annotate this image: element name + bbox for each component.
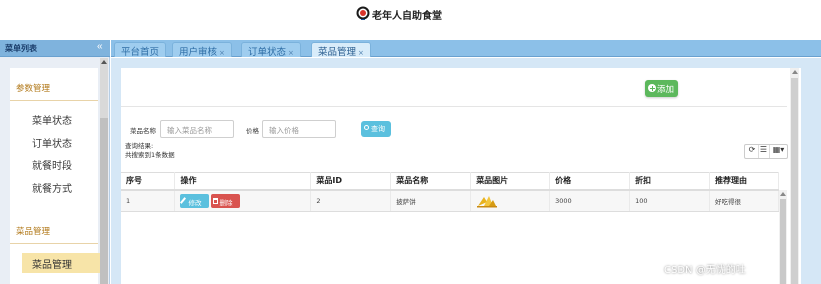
divider (10, 100, 98, 101)
query-button-label: 查询 (371, 125, 385, 133)
sidebar-group-title[interactable]: 参数管理 (16, 82, 50, 94)
price-input[interactable]: 输入价格 (262, 120, 336, 138)
scrollbar-thumb[interactable] (780, 199, 786, 284)
columns-icon[interactable]: ▦▾ (769, 145, 787, 158)
trash-icon (213, 197, 219, 204)
column-header[interactable]: 价格 (549, 172, 631, 191)
close-icon[interactable]: × (288, 49, 294, 57)
content-area (111, 58, 821, 284)
tab-bar: 平台首页 用户审核 × 订单状态 × 菜品管理 × (111, 40, 821, 58)
collapse-icon[interactable]: « (97, 41, 103, 52)
column-header[interactable]: 推荐理由 (709, 172, 779, 191)
delete-button-label: 删除 (219, 198, 233, 207)
pencil-icon (180, 196, 187, 204)
dish-name-input[interactable]: 输入菜品名称 (160, 120, 234, 138)
divider (121, 106, 787, 107)
logo-icon (356, 6, 370, 20)
column-header[interactable]: 菜品图片 (470, 172, 551, 191)
cell-index: 1 (121, 189, 176, 212)
query-button[interactable]: 查询 (361, 121, 391, 137)
dish-table: 序号 操作 菜品ID 菜品名称 菜品图片 价格 折扣 推荐理由 1 修改 删除 … (121, 172, 779, 212)
column-header[interactable]: 菜品ID (310, 172, 392, 191)
table-row[interactable]: 1 修改 删除 2 披萨饼 3000 100 好吃得很 (121, 189, 779, 212)
scroll-up-icon[interactable] (101, 60, 107, 64)
sidebar-scrollbar[interactable] (100, 58, 108, 284)
watermark: CSDN @无忧的吐 (664, 265, 746, 276)
price-label: 价格 (246, 127, 259, 135)
column-header[interactable]: 操作 (174, 172, 312, 191)
refresh-icon[interactable]: ⟳ (747, 145, 757, 158)
sidebar-item-dining-time[interactable]: 就餐时段 (32, 157, 72, 172)
add-button-label: 添加 (657, 85, 675, 95)
app-header: 老年人自助食堂 (0, 0, 821, 38)
column-header[interactable]: 菜品名称 (390, 172, 472, 191)
list-view-icon[interactable]: ☰ (758, 145, 768, 158)
sidebar-header: 菜单列表 « (0, 40, 110, 57)
tab-label: 菜品管理 (318, 47, 357, 58)
close-icon[interactable]: × (219, 49, 225, 57)
cell-price: 3000 (549, 189, 631, 212)
sidebar-item-label: 菜品管理 (32, 260, 72, 271)
add-button[interactable]: 添加 (645, 80, 678, 97)
plus-circle-icon (648, 84, 656, 92)
scrollbar-thumb[interactable] (791, 78, 798, 284)
app-title: 老年人自助食堂 (372, 11, 442, 22)
tab-home[interactable]: 平台首页 (114, 42, 167, 58)
delete-button[interactable]: 删除 (211, 193, 241, 208)
scroll-up-icon[interactable] (780, 192, 786, 196)
tab-order-status[interactable]: 订单状态 × (241, 42, 301, 58)
sidebar-item-order-status[interactable]: 订单状态 (32, 135, 72, 150)
divider (10, 243, 98, 244)
sidebar-title: 菜单列表 (5, 44, 37, 53)
cell-discount: 100 (629, 189, 710, 212)
cell-id: 2 (310, 189, 392, 212)
table-toolbar: ⟳ ☰ ▦▾ (744, 144, 788, 159)
search-icon (364, 125, 369, 130)
sidebar-group-title[interactable]: 菜品管理 (16, 225, 50, 237)
tab-label: 订单状态 (248, 47, 287, 58)
tab-dish-management[interactable]: 菜品管理 × (311, 42, 371, 58)
food-image[interactable] (476, 194, 498, 208)
sidebar-item-dish-management[interactable]: 菜品管理 (22, 253, 100, 273)
sidebar-item-dining-method[interactable]: 就餐方式 (32, 180, 72, 195)
cell-image (470, 189, 551, 212)
result-count: 共搜索到1条数据 (125, 151, 175, 159)
sidebar: 菜单列表 « 参数管理 菜单状态 订单状态 就餐时段 就餐方式 菜品管理 菜品管… (0, 40, 110, 284)
table-header-row: 序号 操作 菜品ID 菜品名称 菜品图片 价格 折扣 推荐理由 (121, 172, 779, 191)
sidebar-group-dishes (10, 212, 98, 284)
tab-label: 用户审核 (179, 47, 218, 58)
column-header[interactable]: 序号 (121, 172, 176, 191)
table-scrollbar[interactable] (779, 190, 787, 284)
cell-name: 披萨饼 (390, 189, 472, 212)
close-icon[interactable]: × (358, 49, 364, 57)
content-scrollbar[interactable] (790, 68, 799, 284)
sidebar-item-menu-status[interactable]: 菜单状态 (32, 112, 72, 127)
tab-label: 平台首页 (121, 47, 160, 58)
cell-reason: 好吃得很 (709, 189, 779, 212)
column-header[interactable]: 折扣 (629, 172, 710, 191)
scrollbar-thumb[interactable] (100, 118, 108, 284)
dish-name-label: 菜品名称 (130, 127, 156, 135)
cell-actions: 修改 删除 (174, 189, 312, 212)
tab-user-review[interactable]: 用户审核 × (172, 42, 232, 58)
edit-button[interactable]: 修改 (180, 193, 210, 208)
edit-button-label: 修改 (188, 198, 202, 207)
scroll-up-icon[interactable] (792, 70, 798, 74)
